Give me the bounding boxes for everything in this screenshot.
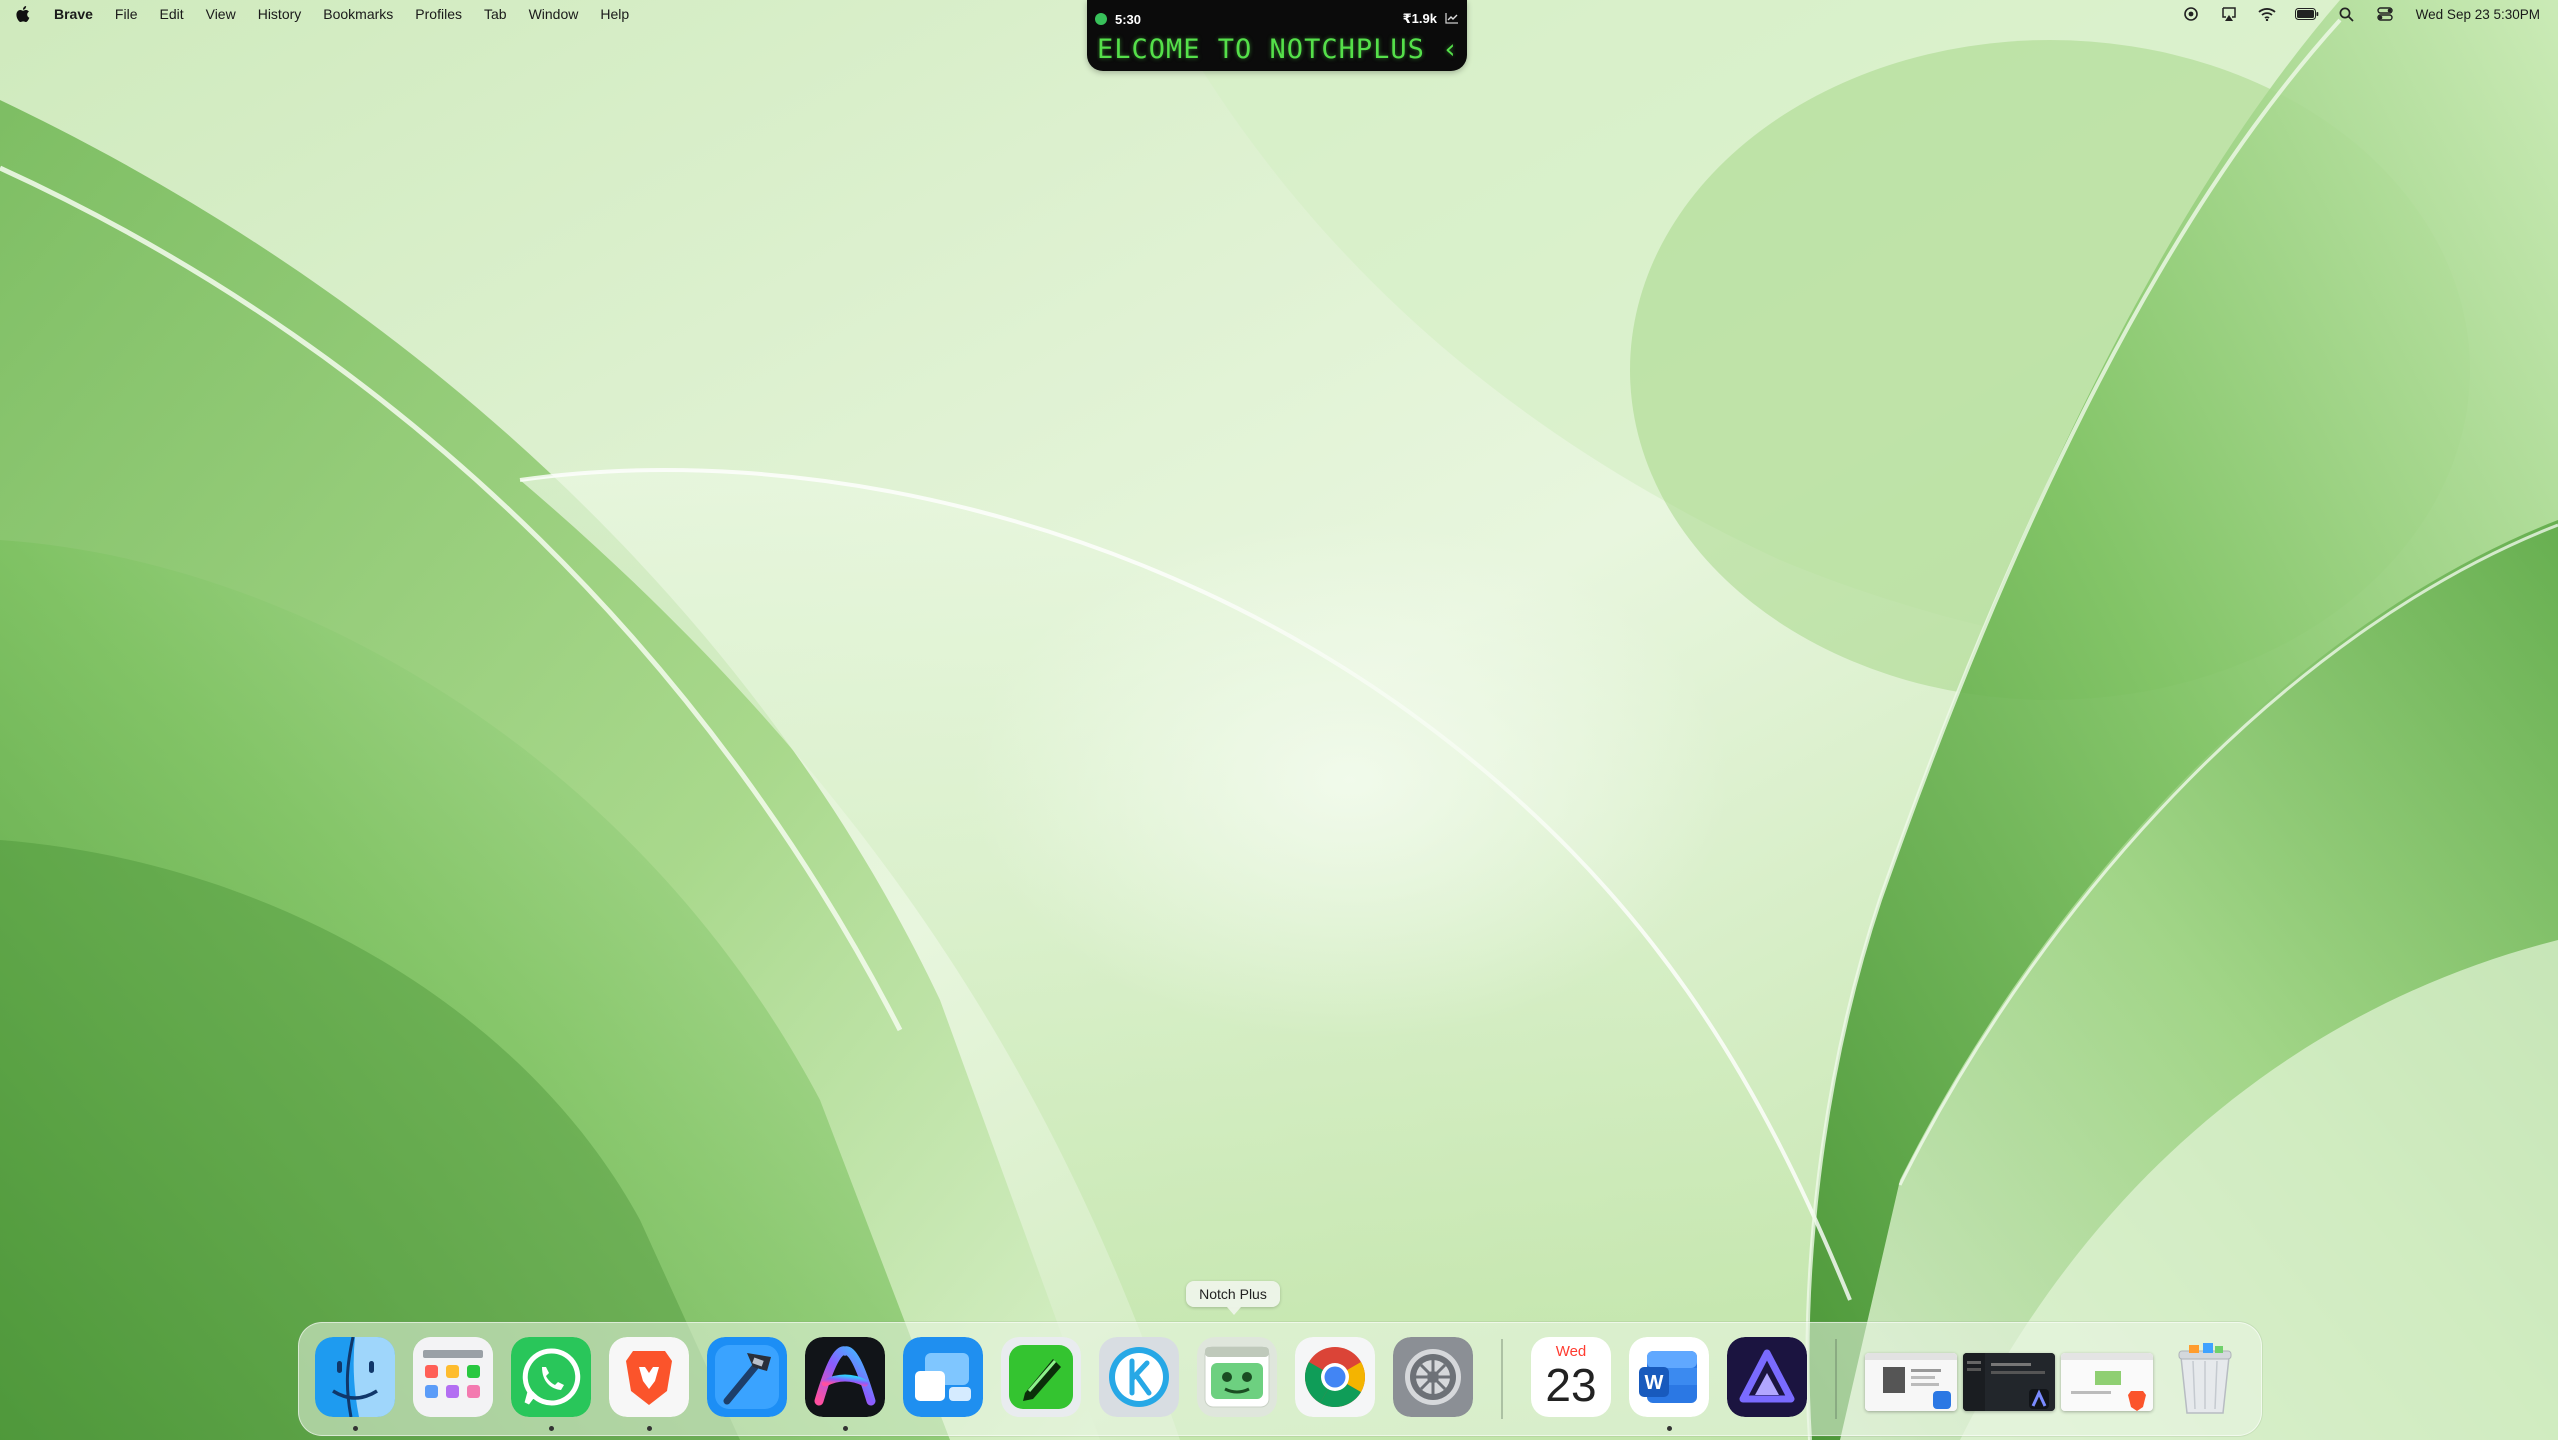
svg-text:W: W xyxy=(1645,1372,1664,1394)
dock-separator xyxy=(1835,1339,1837,1419)
running-indicator xyxy=(353,1426,358,1431)
battery-icon[interactable] xyxy=(2294,5,2320,23)
menu-bar-clock[interactable]: Wed Sep 23 5:30PM xyxy=(2416,7,2540,22)
dock-app-notch-plus[interactable] xyxy=(1197,1337,1277,1417)
menu-tab[interactable]: Tab xyxy=(473,0,518,28)
dock-app-system-settings[interactable] xyxy=(1393,1337,1473,1417)
minimized-window-arc[interactable] xyxy=(1963,1353,2055,1411)
menu-history[interactable]: History xyxy=(247,0,313,28)
notch-stock-value: ₹1.9k xyxy=(1402,11,1437,26)
wifi-icon[interactable] xyxy=(2256,5,2278,23)
running-indicator xyxy=(647,1426,652,1431)
menu-profiles[interactable]: Profiles xyxy=(404,0,473,28)
chrome-icon xyxy=(1295,1337,1375,1417)
dock-app-affinity[interactable] xyxy=(1727,1337,1807,1417)
affinity-icon xyxy=(1727,1337,1807,1417)
control-center-icon[interactable] xyxy=(2374,5,2396,23)
dock-app-chrome[interactable] xyxy=(1295,1337,1375,1417)
dock-app-pen[interactable] xyxy=(1001,1337,1081,1417)
chart-trend-icon xyxy=(1445,12,1459,27)
dock-app-finder[interactable] xyxy=(315,1337,395,1417)
menu-bookmarks[interactable]: Bookmarks xyxy=(312,0,404,28)
brave-icon xyxy=(609,1337,689,1417)
calendar-day-name: Wed xyxy=(1555,1343,1587,1360)
focus-icon[interactable] xyxy=(2180,5,2202,23)
dock-app-klack[interactable] xyxy=(1099,1337,1179,1417)
dock-trash[interactable] xyxy=(2165,1337,2245,1417)
calendar-icon: Wed 23 xyxy=(1531,1337,1611,1417)
word-icon: W xyxy=(1629,1337,1709,1417)
arc-icon xyxy=(805,1337,885,1417)
xcode-icon xyxy=(707,1337,787,1417)
menu-window[interactable]: Window xyxy=(518,0,590,28)
dock-app-screens[interactable] xyxy=(903,1337,983,1417)
launchpad-icon xyxy=(413,1337,493,1417)
window-thumbnail xyxy=(1865,1353,1957,1411)
menu-edit[interactable]: Edit xyxy=(148,0,194,28)
klack-icon xyxy=(1099,1337,1179,1417)
pen-icon xyxy=(1001,1337,1081,1417)
minimized-window-brave[interactable] xyxy=(2061,1353,2153,1411)
dock-app-xcode[interactable] xyxy=(707,1337,787,1417)
menu-view[interactable]: View xyxy=(195,0,247,28)
screens-icon xyxy=(903,1337,983,1417)
running-indicator xyxy=(1667,1426,1672,1431)
minimized-window-word[interactable] xyxy=(1865,1353,1957,1411)
settings-gear-icon xyxy=(1393,1337,1473,1417)
status-dot-icon xyxy=(1095,13,1107,25)
airplay-icon[interactable] xyxy=(2218,5,2240,23)
dock-app-word[interactable]: W xyxy=(1629,1337,1709,1417)
menu-help[interactable]: Help xyxy=(589,0,640,28)
running-indicator xyxy=(549,1426,554,1431)
menu-app-name[interactable]: Brave xyxy=(54,0,104,28)
calendar-day-number: 23 xyxy=(1545,1359,1597,1411)
dock: Wed 23 W xyxy=(298,1322,2262,1436)
desktop-wallpaper xyxy=(0,0,2558,1440)
notch-ticker: ELCOME TO NOTCHPLUS ‹ xyxy=(1097,34,1457,65)
dock-app-launchpad[interactable] xyxy=(413,1337,493,1417)
dock-app-brave[interactable] xyxy=(609,1337,689,1417)
finder-icon xyxy=(315,1337,395,1417)
window-thumbnail xyxy=(1963,1353,2055,1411)
trash-icon xyxy=(2178,1343,2232,1414)
notch-plus-icon xyxy=(1197,1337,1277,1417)
window-thumbnail xyxy=(2061,1353,2153,1411)
spotlight-search-icon[interactable] xyxy=(2336,5,2358,23)
dock-app-whatsapp[interactable] xyxy=(511,1337,591,1417)
whatsapp-icon xyxy=(511,1337,591,1417)
notch-time: 5:30 xyxy=(1115,11,1142,27)
menu-file[interactable]: File xyxy=(104,0,149,28)
dock-separator xyxy=(1501,1339,1503,1419)
notch-plus-widget[interactable]: 5:30 ₹1.9k ELCOME TO NOTCHPLUS ‹ xyxy=(1087,0,1467,71)
dock-tooltip: Notch Plus xyxy=(1186,1281,1280,1315)
dock-app-arc[interactable] xyxy=(805,1337,885,1417)
apple-menu-icon[interactable] xyxy=(16,4,34,24)
dock-app-calendar[interactable]: Wed 23 xyxy=(1531,1337,1611,1417)
running-indicator xyxy=(843,1426,848,1431)
